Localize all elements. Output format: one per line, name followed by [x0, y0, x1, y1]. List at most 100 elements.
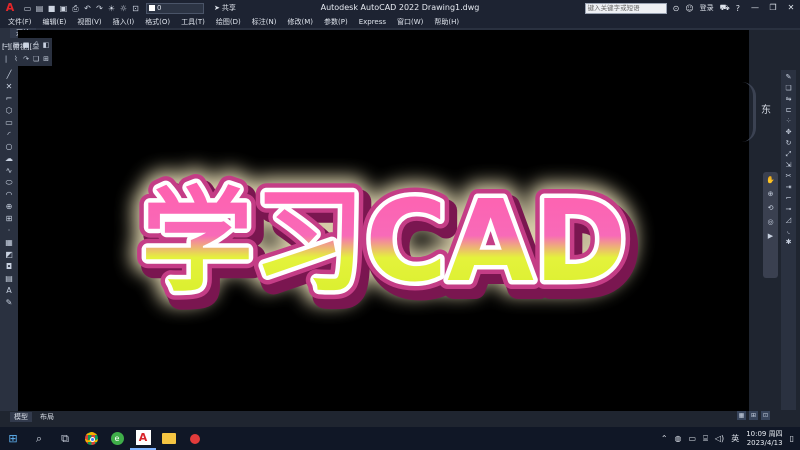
binoculars-icon[interactable]: ⊙ [673, 4, 680, 13]
preview-icon[interactable]: ◧ [42, 41, 50, 49]
input-method-indicator[interactable]: 英 [731, 433, 739, 444]
print-icon[interactable]: ⎙ [71, 4, 80, 13]
stretch-icon[interactable]: ⇲ [784, 161, 794, 170]
menu-help[interactable]: 帮助(H) [434, 17, 459, 27]
mirror-icon[interactable]: ⇋ [784, 95, 794, 104]
mtext-icon[interactable]: A [4, 286, 14, 295]
menu-window[interactable]: 窗口(W) [397, 17, 423, 27]
line-tool-icon[interactable]: ╱ [4, 70, 14, 79]
task-view-icon[interactable]: ⧉ [52, 427, 78, 450]
login-link[interactable]: 登录 [700, 3, 714, 13]
open-file-icon[interactable]: ▤ [35, 4, 44, 13]
polyline-icon[interactable]: ⌇ [12, 55, 20, 63]
user-icon[interactable]: ☺ [685, 4, 693, 13]
spline-icon[interactable]: ∿ [4, 166, 14, 175]
autocad-taskbar-button[interactable]: A [130, 427, 156, 450]
fillet-icon[interactable]: ◟ [784, 227, 794, 236]
headset-icon[interactable]: ◍ [675, 434, 682, 443]
polygon-icon[interactable]: ⬡ [4, 106, 14, 115]
viewcube-ring[interactable] [742, 82, 756, 142]
make-block-icon[interactable]: ⊞ [4, 214, 14, 223]
rectangle-icon[interactable]: ▭ [4, 118, 14, 127]
windows-start-icon[interactable]: ⊞ [0, 427, 26, 450]
menu-modify[interactable]: 修改(M) [287, 17, 313, 27]
region-icon[interactable]: ◘ [4, 262, 14, 271]
polyline-tool-icon[interactable]: ⌐ [4, 94, 14, 103]
notification-icon[interactable]: ▯ [790, 434, 794, 443]
pan-icon[interactable]: ✋ [766, 176, 775, 184]
explode-icon[interactable]: ✱ [784, 238, 794, 247]
save-as-icon[interactable]: ▣ [59, 4, 68, 13]
steering-wheel-icon[interactable]: ◎ [767, 218, 773, 226]
menu-draw[interactable]: 绘图(D) [216, 17, 241, 27]
light-bulb-icon[interactable]: ☀ [107, 4, 116, 13]
minimize-icon[interactable]: — [746, 0, 764, 16]
menu-express[interactable]: Express [359, 18, 386, 26]
search-input[interactable]: 键入关键字或短语 [584, 2, 667, 14]
restore-icon[interactable]: ❐ [764, 0, 782, 16]
undo-icon[interactable]: ↶ [83, 4, 92, 13]
extend-icon[interactable]: ⇥ [784, 183, 794, 192]
rotate-icon[interactable]: ↻ [784, 139, 794, 148]
model-space-icon[interactable]: ▦ [737, 411, 746, 420]
autocad-logo-icon[interactable]: A [3, 1, 17, 15]
join-icon[interactable]: ⊸ [784, 205, 794, 214]
scale-icon[interactable]: ⤢ [784, 150, 794, 159]
hatch-icon[interactable]: ▦ [4, 238, 14, 247]
help-icon[interactable]: ? [736, 4, 740, 13]
point-icon[interactable]: · [4, 226, 14, 235]
menu-parametric[interactable]: 参数(P) [324, 17, 348, 27]
array-icon[interactable]: ⁘ [784, 117, 794, 126]
menu-view[interactable]: 视图(V) [77, 17, 101, 27]
tab-layout[interactable]: 布局 [36, 412, 58, 422]
network-icon[interactable]: ⌸ [703, 434, 708, 444]
trim-icon[interactable]: ✂ [784, 172, 794, 181]
offset-icon[interactable]: ⊏ [784, 106, 794, 115]
recorder-taskbar-button[interactable] [182, 427, 208, 450]
arc-icon[interactable]: ↷ [22, 55, 30, 63]
menu-file[interactable]: 文件(F) [8, 17, 32, 27]
search-icon[interactable]: ⌕ [26, 427, 52, 450]
redo-icon[interactable]: ↷ [95, 4, 104, 13]
grid-display-icon[interactable]: ⊞ [749, 411, 758, 420]
layer-dropdown[interactable]: 0 [146, 2, 204, 14]
share-button[interactable]: ➤ 共享 [214, 3, 236, 13]
gradient-icon[interactable]: ◩ [4, 250, 14, 259]
lock-icon[interactable]: ⊡ [131, 4, 140, 13]
circle-icon[interactable]: ○ [4, 142, 14, 151]
tab-model[interactable]: 模型 [10, 412, 32, 422]
grid-icon[interactable]: ⊞ [42, 55, 50, 63]
revision-cloud-icon[interactable]: ☁ [4, 154, 14, 163]
menu-tools[interactable]: 工具(T) [181, 17, 205, 27]
chrome-taskbar-button[interactable] [78, 427, 104, 450]
taskbar-clock[interactable]: 10:09 周四 2023/4/13 [746, 430, 782, 448]
menu-format[interactable]: 格式(O) [145, 17, 170, 27]
insert-block-icon[interactable]: ⊕ [4, 202, 14, 211]
table-icon[interactable]: ▤ [4, 274, 14, 283]
chamfer-icon[interactable]: ◿ [784, 216, 794, 225]
file-explorer-taskbar-button[interactable] [156, 427, 182, 450]
viewcube-direction[interactable]: 东 [761, 101, 771, 116]
menu-edit[interactable]: 编辑(E) [43, 17, 67, 27]
menu-dimension[interactable]: 标注(N) [252, 17, 277, 27]
show-hidden-icons-icon[interactable]: ⌃ [661, 434, 668, 443]
copy-object-icon[interactable]: ❏ [784, 84, 794, 93]
snap-mode-icon[interactable]: ⊡ [761, 411, 770, 420]
orbit-icon[interactable]: ⟲ [768, 204, 774, 212]
new-file-icon[interactable]: ▭ [23, 4, 32, 13]
add-selected-icon[interactable]: ✎ [4, 298, 14, 307]
battery-icon[interactable]: ▭ [689, 434, 697, 443]
line-icon[interactable]: | [2, 55, 10, 63]
copy-icon[interactable]: ❏ [32, 55, 40, 63]
erase-icon[interactable]: ✎ [784, 73, 794, 82]
showmotion-icon[interactable]: ▶ [768, 232, 773, 240]
move-icon[interactable]: ✥ [784, 128, 794, 137]
ellipse-arc-icon[interactable]: ◠ [4, 190, 14, 199]
save-icon[interactable]: ■ [47, 4, 56, 13]
ellipse-icon[interactable]: ⬭ [4, 178, 14, 187]
volume-icon[interactable]: ◁) [715, 434, 724, 443]
cart-icon[interactable]: ⛟ [720, 3, 730, 13]
construction-line-icon[interactable]: ✕ [4, 82, 14, 91]
arc-tool-icon[interactable]: ◜ [4, 130, 14, 139]
break-icon[interactable]: ⌐ [784, 194, 794, 203]
